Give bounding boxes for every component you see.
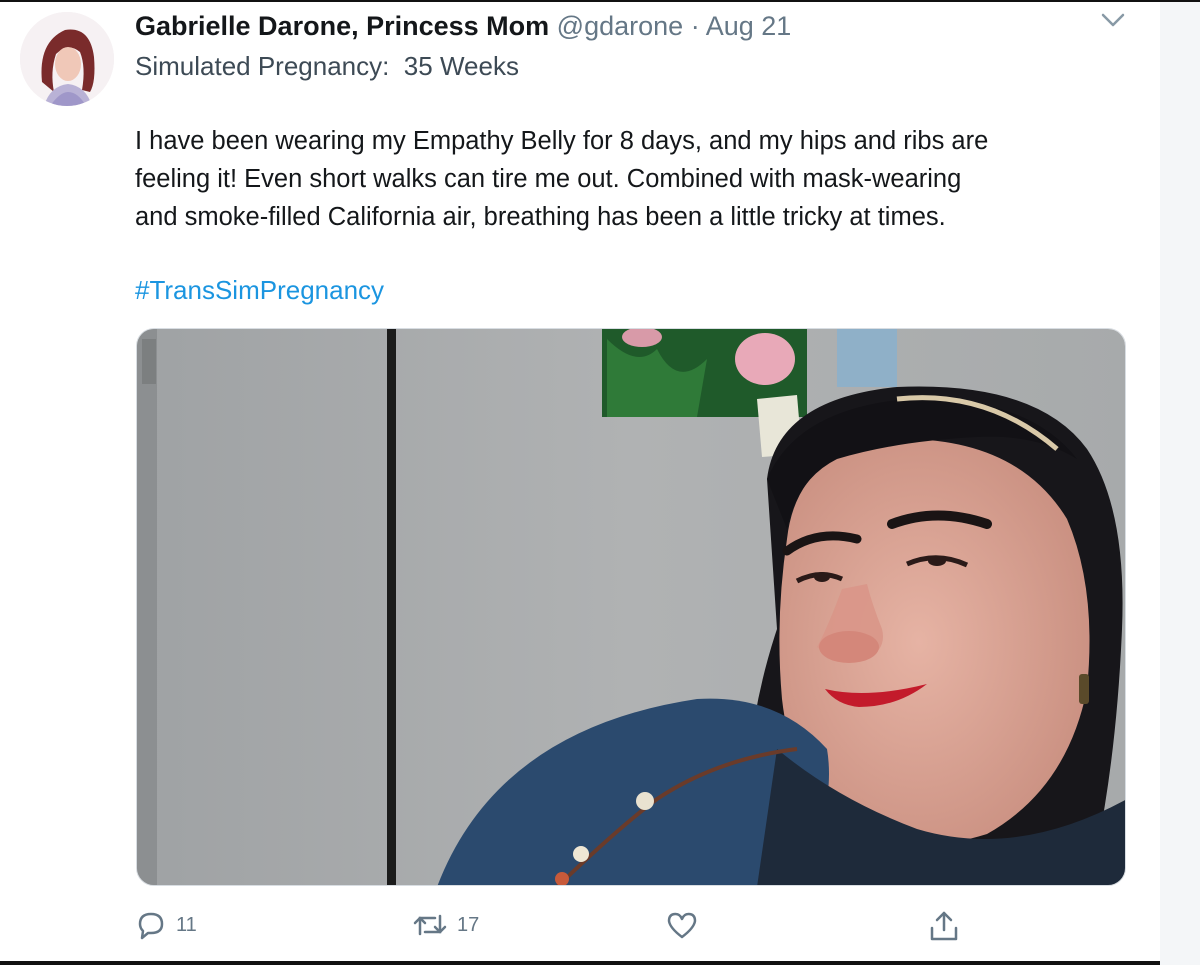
retweet-icon [413,910,447,940]
tweet-photo[interactable] [136,328,1126,886]
background-strip [1160,2,1200,965]
tweet-text-line: I have been wearing my Empathy Belly for… [135,127,989,155]
tweet-text: I have been wearing my Empathy Belly for… [135,122,1125,236]
user-subtitle: Simulated Pregnancy: 35 Weeks [135,51,519,81]
handle[interactable]: @gdarone [557,11,684,41]
reply-icon [136,910,166,940]
tweet-header: Gabrielle Darone, Princess Mom @gdarone … [135,10,791,42]
retweet-count: 17 [457,913,480,936]
retweet-button[interactable]: 17 [413,910,479,940]
photo-image [137,329,1125,885]
display-name[interactable]: Gabrielle Darone, Princess Mom [135,11,549,41]
separator-dot: · [690,11,700,41]
tweet-text-line: and smoke-filled California air, breathi… [135,203,946,231]
like-button[interactable] [666,910,708,940]
heart-icon [666,910,698,940]
chevron-down-icon[interactable] [1098,10,1128,32]
reply-button[interactable]: 11 [136,910,197,940]
tweet-text-line: feeling it! Even short walks can tire me… [135,165,962,193]
tweet-date[interactable]: Aug 21 [706,11,792,41]
reply-count: 11 [176,913,197,936]
share-icon [928,910,960,942]
avatar[interactable] [20,12,114,106]
tweet-card: Gabrielle Darone, Princess Mom @gdarone … [0,0,1200,965]
avatar-image [20,12,114,106]
share-button[interactable] [928,910,960,942]
tweet-action-bar: 11 17 [0,902,1200,952]
hashtag-link[interactable]: #TransSimPregnancy [135,273,384,307]
